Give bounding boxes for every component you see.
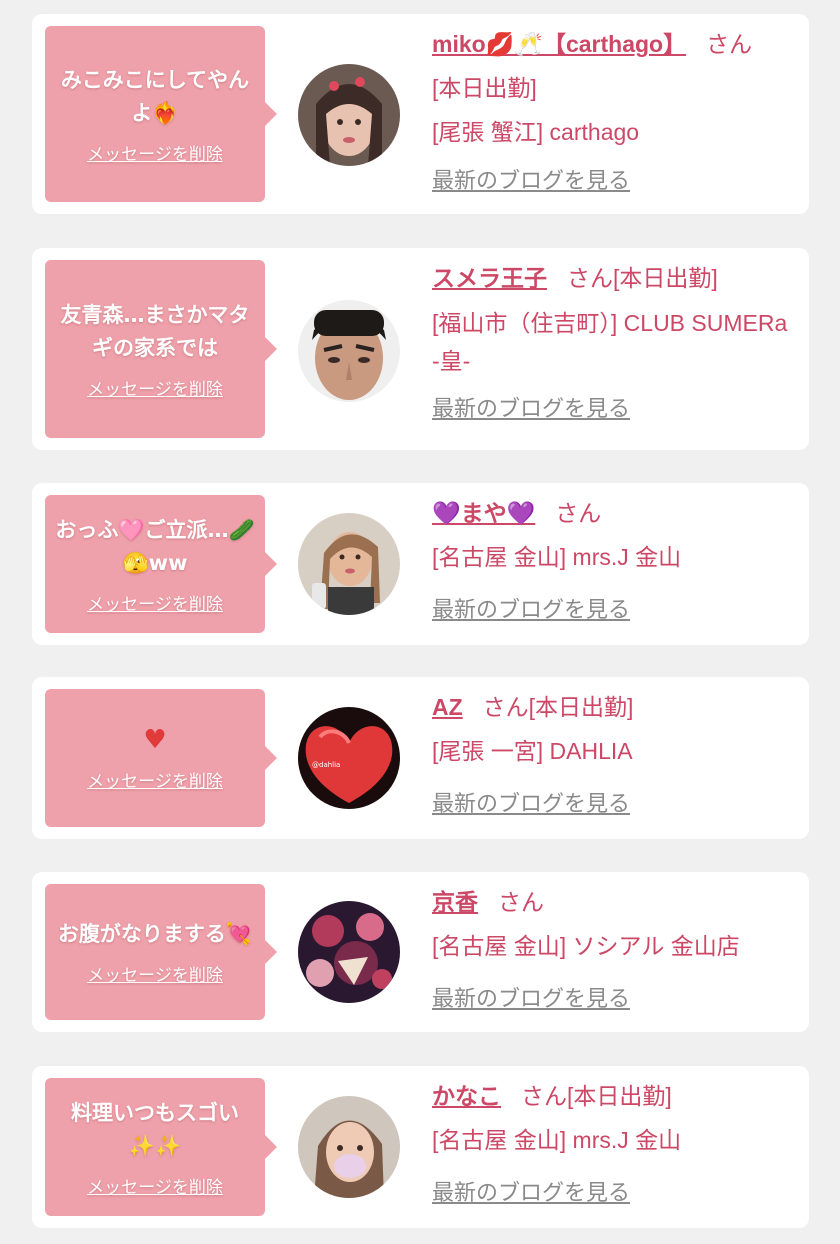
profile-info: 京香 さん [名古屋 金山] ソシアル 金山店 最新のブログを見る (432, 880, 793, 1021)
message-card: おっふ🩷ご立派…🥒🫣ww メッセージを削除 💜まや💜 さん [名古屋 金山] mr… (32, 483, 809, 645)
honorific: さん (706, 31, 753, 57)
avatar[interactable] (298, 1096, 400, 1198)
latest-blog-link[interactable]: 最新のブログを見る (432, 168, 630, 193)
delete-message-link[interactable]: メッセージを削除 (87, 961, 223, 986)
avatar[interactable]: @dahlia (298, 707, 400, 809)
delete-message-link[interactable]: メッセージを削除 (87, 1173, 223, 1198)
shop-text: [名古屋 金山] mrs.J 金山 (432, 1127, 682, 1153)
latest-blog-link[interactable]: 最新のブログを見る (432, 986, 630, 1011)
avatar-photo (298, 901, 400, 1003)
message-bubble: みこみこにしてやんよ❤️‍🔥 メッセージを削除 (45, 26, 277, 202)
status-text: [本日出勤] (432, 75, 537, 101)
avatar[interactable] (298, 300, 400, 402)
profile-info: miko💋🥂【carthago】 さん [本日出勤] [尾張 蟹江] cartha… (432, 22, 793, 203)
honorific: さん[本日出勤] (482, 694, 634, 720)
message-bubble: 料理いつもスゴい✨✨ メッセージを削除 (45, 1078, 277, 1216)
delete-message-link[interactable]: メッセージを削除 (87, 590, 223, 615)
avatar-photo (298, 513, 400, 615)
message-text: 友青森…まさかマタギの家系では (60, 302, 250, 360)
message-card: 料理いつもスゴい✨✨ メッセージを削除 かなこ さん[本日出勤] [名古屋 金山]… (32, 1066, 809, 1228)
shop-text: [福山市（住吉町）] CLUB SUMERa -皇- (432, 310, 788, 374)
profile-info: AZ さん[本日出勤] [尾張 一宮] DAHLIA 最新のブログを見る (432, 685, 793, 826)
latest-blog-link[interactable]: 最新のブログを見る (432, 597, 630, 622)
shop-text: [尾張 蟹江] carthago (432, 119, 640, 145)
honorific: さん[本日出勤] (521, 1083, 672, 1109)
profile-name-link[interactable]: AZ (432, 694, 463, 720)
message-list: みこみこにしてやんよ❤️‍🔥 メッセージを削除 miko💋🥂【carthago】… (0, 0, 840, 1244)
latest-blog-link[interactable]: 最新のブログを見る (432, 791, 630, 816)
latest-blog-link[interactable]: 最新のブログを見る (432, 1180, 630, 1205)
avatar-photo (298, 64, 400, 166)
message-bubble: お腹がなりまする💘 メッセージを削除 (45, 884, 277, 1020)
profile-info: かなこ さん[本日出勤] [名古屋 金山] mrs.J 金山 最新のブログを見る (432, 1074, 793, 1215)
delete-message-link[interactable]: メッセージを削除 (87, 140, 223, 165)
message-text: 料理いつもスゴい✨✨ (71, 1100, 239, 1158)
honorific: さん (555, 500, 602, 526)
avatar-photo: @dahlia (298, 707, 400, 809)
avatar[interactable] (298, 901, 400, 1003)
profile-info: 💜まや💜 さん [名古屋 金山] mrs.J 金山 最新のブログを見る (432, 491, 793, 632)
profile-name-link[interactable]: 京香 (432, 889, 478, 915)
avatar-photo (298, 300, 400, 402)
profile-name-link[interactable]: かなこ (432, 1083, 501, 1109)
honorific: さん (498, 889, 544, 915)
profile-name-link[interactable]: 💜まや💜 (432, 500, 535, 526)
message-card: ♥ メッセージを削除 @dahlia AZ さん[本日出勤] [尾張 一宮] DA… (32, 677, 809, 839)
shop-text: [名古屋 金山] ソシアル 金山店 (432, 933, 740, 959)
delete-message-link[interactable]: メッセージを削除 (87, 375, 223, 400)
message-text: おっふ🩷ご立派…🥒🫣ww (55, 517, 255, 575)
avatar[interactable] (298, 64, 400, 166)
profile-name-link[interactable]: スメラ王子 (432, 265, 547, 291)
profile-name-link[interactable]: miko💋🥂【carthago】 (432, 31, 686, 57)
shop-text: [名古屋 金山] mrs.J 金山 (432, 544, 682, 570)
honorific: さん[本日出勤] (567, 265, 718, 291)
avatar[interactable] (298, 513, 400, 615)
latest-blog-link[interactable]: 最新のブログを見る (432, 396, 630, 421)
avatar-photo (298, 1096, 400, 1198)
message-card: みこみこにしてやんよ❤️‍🔥 メッセージを削除 miko💋🥂【carthago】… (32, 14, 809, 214)
message-bubble: おっふ🩷ご立派…🥒🫣ww メッセージを削除 (45, 495, 277, 633)
message-bubble: ♥ メッセージを削除 (45, 689, 277, 827)
message-card: お腹がなりまする💘 メッセージを削除 京香 さん [名古屋 金山] ソシアル 金山… (32, 872, 809, 1032)
delete-message-link[interactable]: メッセージを削除 (87, 767, 223, 792)
message-text: ♥ (143, 725, 167, 755)
svg-text:@dahlia: @dahlia (312, 761, 340, 769)
profile-info: スメラ王子 さん[本日出勤] [福山市（住吉町）] CLUB SUMERa -皇-… (432, 256, 793, 431)
message-bubble: 友青森…まさかマタギの家系では メッセージを削除 (45, 260, 277, 438)
message-text: お腹がなりまする💘 (57, 922, 253, 946)
message-card: 友青森…まさかマタギの家系では メッセージを削除 スメラ王子 さん[本日出勤] [… (32, 248, 809, 450)
message-text: みこみこにしてやんよ❤️‍🔥 (60, 67, 250, 125)
shop-text: [尾張 一宮] DAHLIA (432, 738, 633, 764)
